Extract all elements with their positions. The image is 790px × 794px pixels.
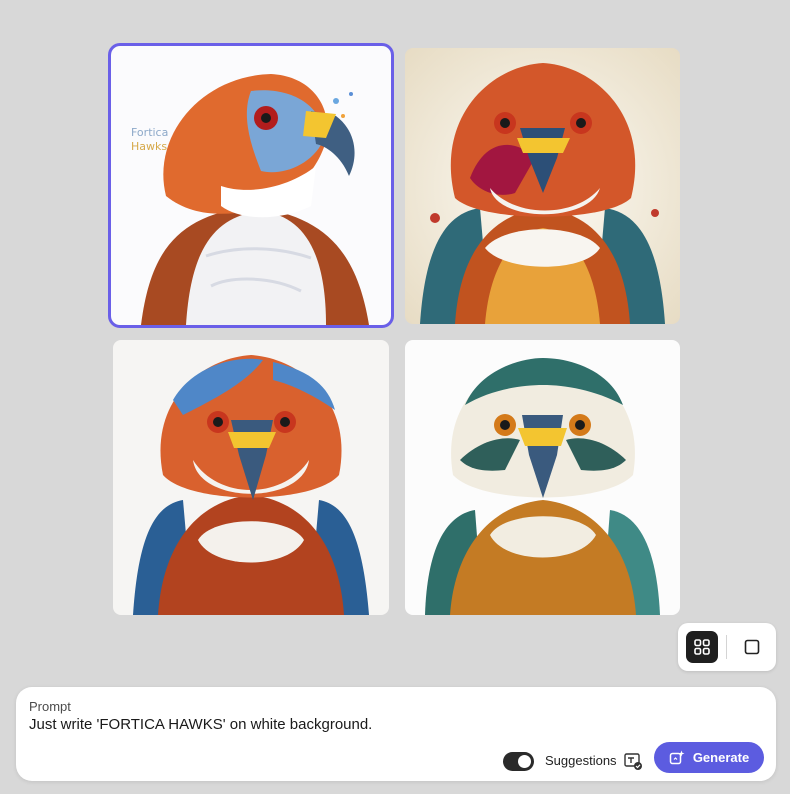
toggle-knob: [518, 755, 531, 768]
single-view-button[interactable]: [736, 631, 768, 663]
generated-image-3[interactable]: [113, 340, 389, 615]
grid-icon: [694, 639, 710, 655]
sparkle-generate-icon: [669, 750, 685, 764]
hawk-illustration-1: Fortica Hawks: [111, 46, 391, 325]
prompt-bar: Prompt Just write 'FORTICA HAWKS' on whi…: [16, 687, 776, 781]
svg-text:Hawks: Hawks: [131, 140, 167, 153]
view-toggle: [678, 623, 776, 671]
watermark-text: Fortica: [131, 126, 168, 139]
text-settings-icon: [624, 753, 642, 770]
view-toggle-divider: [726, 635, 727, 659]
generate-button-label: Generate: [692, 750, 750, 765]
prompt-label: Prompt: [29, 699, 71, 714]
hawk-illustration-4: [405, 340, 680, 615]
prompt-settings-button[interactable]: [623, 751, 643, 771]
grid-view-button[interactable]: [686, 631, 718, 663]
square-icon: [744, 639, 760, 655]
image-grid: Fortica Hawks: [0, 0, 790, 620]
hawk-illustration-3: [113, 340, 389, 615]
generate-button[interactable]: Generate: [654, 742, 764, 773]
generated-image-4[interactable]: [405, 340, 680, 615]
hawk-illustration-2: [405, 48, 680, 324]
prompt-input[interactable]: Just write 'FORTICA HAWKS' on white back…: [29, 716, 372, 733]
generated-image-2[interactable]: [405, 48, 680, 324]
generated-image-1[interactable]: Fortica Hawks: [108, 43, 394, 328]
suggestions-label: Suggestions: [545, 753, 617, 768]
suggestions-toggle[interactable]: [503, 752, 534, 771]
